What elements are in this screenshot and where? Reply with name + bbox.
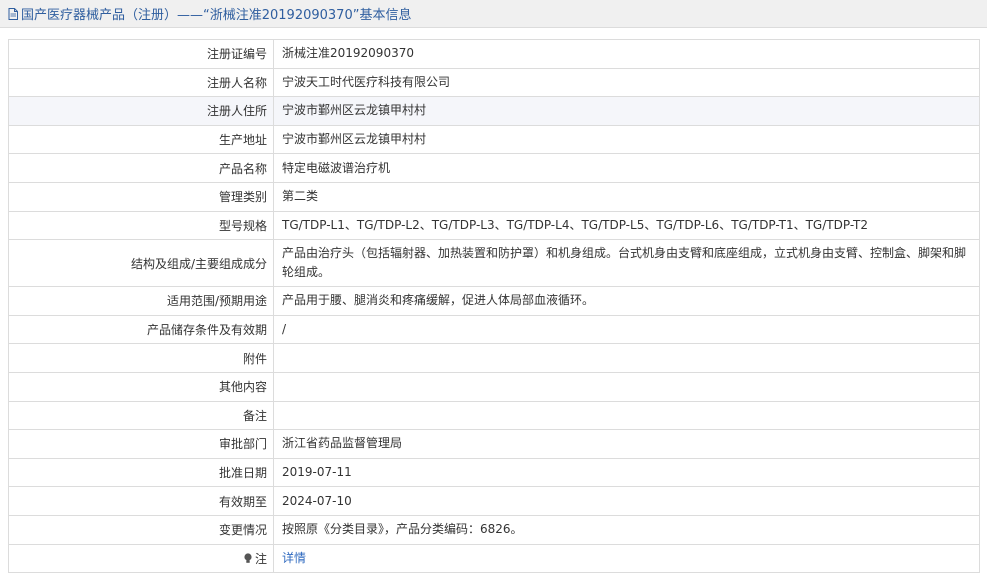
field-value bbox=[274, 402, 979, 430]
field-value: 第二类 bbox=[282, 189, 319, 204]
info-table: 注册证编号 浙械注准20192090370 注册人名称 宁波天工时代医疗科技有限… bbox=[8, 39, 980, 574]
table-row: 注册人住所 宁波市鄞州区云龙镇甲村村 bbox=[8, 97, 980, 126]
table-row: 其他内容 bbox=[8, 372, 980, 402]
field-label: 有效期至 bbox=[9, 487, 274, 515]
document-icon bbox=[8, 7, 18, 20]
details-link[interactable]: 详情 bbox=[274, 545, 979, 573]
page-header: 国产医疗器械产品（注册）——“浙械注准20192090370”基本信息 bbox=[0, 0, 987, 28]
table-row: 附件 bbox=[8, 344, 980, 373]
field-value: 按照原《分类目录》，产品分类编码：6826。 bbox=[282, 522, 523, 537]
field-value: 特定电磁波谱治疗机 bbox=[282, 160, 391, 175]
field-label: 注册人住所 bbox=[9, 97, 274, 125]
field-label: 备注 bbox=[9, 401, 274, 430]
table-row: 注 详情 bbox=[8, 544, 980, 574]
page-title: 国产医疗器械产品（注册）——“浙械注准20192090370”基本信息 bbox=[21, 8, 412, 23]
table-row: 有效期至 2024-07-10 bbox=[8, 487, 980, 516]
note-label: 注 bbox=[254, 551, 267, 566]
table-row: 型号规格 TG/TDP-L1、TG/TDP-L2、TG/TDP-L3、TG/TD… bbox=[8, 211, 980, 241]
table-row: 结构及组成/主要组成成分 产品由治疗头（包括辐射器、加热装置和防护罩）和机身组成… bbox=[8, 240, 980, 288]
table-row: 管理类别 第二类 bbox=[8, 182, 980, 212]
field-value: 浙江省药品监督管理局 bbox=[282, 436, 403, 451]
table-row: 注册人名称 宁波天工时代医疗科技有限公司 bbox=[8, 68, 980, 98]
field-value bbox=[274, 373, 979, 401]
field-value: 宁波天工时代医疗科技有限公司 bbox=[282, 74, 451, 89]
field-label: 型号规格 bbox=[9, 211, 274, 240]
field-value: 宁波市鄞州区云龙镇甲村村 bbox=[282, 103, 427, 118]
field-value: 2024-07-10 bbox=[282, 493, 352, 508]
field-value: 产品由治疗头（包括辐射器、加热装置和防护罩）和机身组成。台式机身由支臂和底座组成… bbox=[282, 246, 967, 280]
table-row: 备注 bbox=[8, 401, 980, 431]
field-label: 审批部门 bbox=[9, 430, 274, 458]
lightbulb-icon bbox=[244, 553, 252, 563]
field-value: TG/TDP-L1、TG/TDP-L2、TG/TDP-L3、TG/TDP-L4、… bbox=[282, 217, 869, 232]
field-label: 生产地址 bbox=[9, 125, 274, 154]
field-label: 适用范围/预期用途 bbox=[9, 287, 274, 315]
field-value: 产品用于腰、腿消炎和疼痛缓解，促进人体局部血液循环。 bbox=[282, 293, 595, 308]
field-label: 注册人名称 bbox=[9, 68, 274, 97]
field-value: 宁波市鄞州区云龙镇甲村村 bbox=[282, 132, 427, 147]
field-value: 2019-07-11 bbox=[282, 465, 352, 480]
table-row: 批准日期 2019-07-11 bbox=[8, 458, 980, 488]
field-label: 其他内容 bbox=[9, 372, 274, 401]
table-row: 产品名称 特定电磁波谱治疗机 bbox=[8, 154, 980, 183]
field-value bbox=[274, 344, 979, 372]
field-label: 产品储存条件及有效期 bbox=[9, 315, 274, 344]
field-label: 管理类别 bbox=[9, 182, 274, 211]
field-label: 结构及组成/主要组成成分 bbox=[9, 240, 274, 287]
field-value: / bbox=[282, 322, 287, 337]
field-label: 注册证编号 bbox=[9, 40, 274, 68]
field-label: 产品名称 bbox=[9, 154, 274, 182]
field-label: 变更情况 bbox=[9, 515, 274, 544]
field-value: 浙械注准20192090370 bbox=[282, 46, 414, 61]
field-label: 附件 bbox=[9, 344, 274, 372]
table-row: 生产地址 宁波市鄞州区云龙镇甲村村 bbox=[8, 125, 980, 155]
table-row: 变更情况 按照原《分类目录》，产品分类编码：6826。 bbox=[8, 515, 980, 545]
table-row: 注册证编号 浙械注准20192090370 bbox=[8, 40, 980, 69]
table-row: 适用范围/预期用途 产品用于腰、腿消炎和疼痛缓解，促进人体局部血液循环。 bbox=[8, 287, 980, 316]
table-row: 产品储存条件及有效期 / bbox=[8, 315, 980, 345]
field-label: 注 bbox=[9, 544, 274, 573]
table-row: 审批部门 浙江省药品监督管理局 bbox=[8, 430, 980, 459]
field-label: 批准日期 bbox=[9, 458, 274, 487]
